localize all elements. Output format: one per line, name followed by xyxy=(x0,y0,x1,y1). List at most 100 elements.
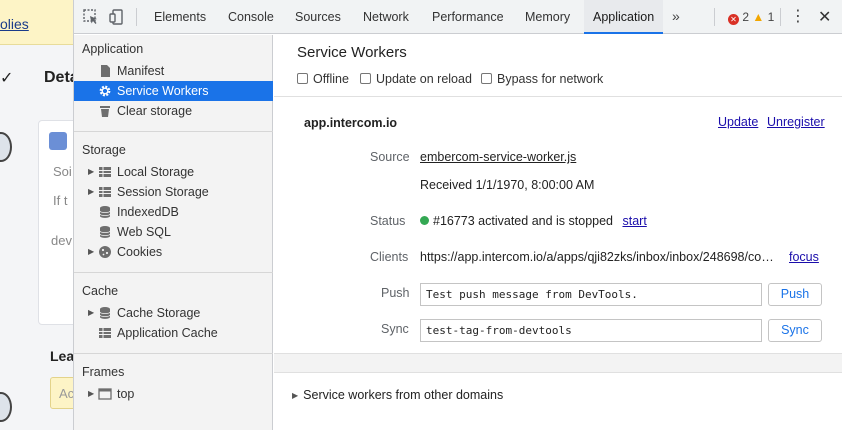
background-avatar-icon xyxy=(0,392,12,422)
status-indicator-icon xyxy=(420,216,429,225)
background-check-icon: ✓ xyxy=(0,70,14,87)
sidebar-item-clear-storage[interactable]: Clear storage xyxy=(74,101,273,121)
checkbox-box[interactable] xyxy=(297,73,308,84)
devtools-toolbar: Elements Console Sources Network Perform… xyxy=(74,0,842,34)
background-card-text: Soi xyxy=(53,164,72,179)
device-toolbar-icon[interactable] xyxy=(108,8,126,26)
bypass-for-network-checkbox[interactable]: Bypass for network xyxy=(481,72,603,86)
sidebar-item-frame-top[interactable]: ▶ top xyxy=(74,384,273,404)
push-label: Push xyxy=(381,286,410,300)
close-icon[interactable]: ✕ xyxy=(818,7,831,27)
update-link[interactable]: Update xyxy=(718,115,758,129)
tab-console[interactable]: Console xyxy=(228,0,274,34)
document-icon xyxy=(101,65,110,77)
table-icon xyxy=(99,167,111,177)
error-icon: ✕ xyxy=(728,14,739,25)
sync-tag-input[interactable]: test-tag-from-devtools xyxy=(420,319,762,342)
tab-memory[interactable]: Memory xyxy=(525,0,570,34)
sidebar-item-label: Application Cache xyxy=(117,326,218,340)
error-count: 2 xyxy=(742,10,750,24)
start-link[interactable]: start xyxy=(622,214,646,228)
status-value: #16773 activated and is stopped start xyxy=(420,214,647,228)
sidebar-item-service-workers[interactable]: Service Workers xyxy=(74,81,273,101)
more-tabs-icon[interactable]: » xyxy=(672,8,680,24)
sidebar-item-label: Service Workers xyxy=(117,84,209,98)
database-icon xyxy=(99,206,111,218)
source-link[interactable]: embercom-service-worker.js xyxy=(420,150,576,164)
sidebar-divider xyxy=(74,272,273,273)
sidebar-item-session-storage[interactable]: ▶ Session Storage xyxy=(74,182,273,202)
sidebar-item-cache-storage[interactable]: ▶ Cache Storage xyxy=(74,303,273,323)
background-lead-heading: Lea xyxy=(50,348,74,364)
expand-arrow-icon[interactable]: ▶ xyxy=(88,242,94,262)
sidebar-item-web-sql[interactable]: Web SQL xyxy=(74,222,273,242)
tab-elements[interactable]: Elements xyxy=(154,0,206,34)
tab-sources[interactable]: Sources xyxy=(295,0,341,34)
expand-arrow-icon[interactable]: ▶ xyxy=(88,182,94,202)
sync-button[interactable]: Sync xyxy=(768,319,822,342)
table-icon xyxy=(99,187,111,197)
expand-arrow-icon[interactable]: ▶ xyxy=(88,303,94,323)
other-domains-toggle[interactable]: ▶ Service workers from other domains xyxy=(292,388,503,402)
clients-label: Clients xyxy=(370,250,409,264)
background-card-text: dev xyxy=(51,233,72,248)
section-divider xyxy=(274,353,842,373)
database-icon xyxy=(99,307,111,319)
warning-count: 1 xyxy=(767,10,775,24)
focus-link[interactable]: focus xyxy=(789,250,819,264)
unregister-link[interactable]: Unregister xyxy=(767,115,825,129)
sync-label: Sync xyxy=(381,322,409,336)
sidebar-item-label: top xyxy=(117,387,135,401)
trash-icon xyxy=(100,106,110,117)
update-on-reload-checkbox[interactable]: Update on reload xyxy=(360,72,472,86)
issues-counter[interactable]: ✕ 2 ▲ 1 xyxy=(728,10,774,25)
service-workers-pane: Service Workers Offline Update on reload… xyxy=(274,35,842,430)
push-button[interactable]: Push xyxy=(768,283,822,306)
frame-icon xyxy=(98,388,112,400)
sidebar-item-label: Web SQL xyxy=(117,225,171,239)
tab-application[interactable]: Application xyxy=(584,0,664,34)
background-card-text: If t xyxy=(53,193,68,208)
expand-arrow-icon[interactable]: ▶ xyxy=(88,384,94,404)
sidebar-section-cache: Cache xyxy=(82,284,119,298)
sidebar-item-manifest[interactable]: Manifest xyxy=(74,61,273,81)
status-label: Status xyxy=(370,214,406,228)
page-title: Service Workers xyxy=(297,44,407,61)
service-workers-header: Service Workers Offline Update on reload… xyxy=(274,35,842,97)
sidebar-item-label: Local Storage xyxy=(117,165,195,179)
tab-network[interactable]: Network xyxy=(363,0,409,34)
devtools-panel: Elements Console Sources Network Perform… xyxy=(73,0,842,430)
sidebar-item-cookies[interactable]: ▶ Cookies xyxy=(74,242,273,262)
toolbar-divider xyxy=(780,8,781,26)
kebab-menu-icon[interactable]: ⋮ xyxy=(790,8,806,26)
table-icon xyxy=(99,328,111,338)
inspect-element-icon[interactable] xyxy=(82,8,100,26)
sidebar-item-label: Cookies xyxy=(117,245,163,259)
sidebar-section-application: Application xyxy=(82,42,144,56)
sidebar-item-local-storage[interactable]: ▶ Local Storage xyxy=(74,162,273,182)
gear-icon xyxy=(99,85,111,97)
sidebar-item-indexeddb[interactable]: IndexedDB xyxy=(74,202,273,222)
database-icon xyxy=(99,226,111,238)
warning-icon: ▲ xyxy=(752,10,765,24)
background-banner-link[interactable]: olies xyxy=(0,16,29,32)
background-page: olies ✓ Deta Soi If t dev Lea Ac xyxy=(0,0,74,430)
push-message-input[interactable]: Test push message from DevTools. xyxy=(420,283,762,306)
background-input[interactable]: Ac xyxy=(50,377,74,409)
background-details-heading: Deta xyxy=(44,69,74,86)
application-sidebar: Application Manifest Service Workers Cle… xyxy=(74,35,273,430)
sidebar-item-label: Session Storage xyxy=(117,185,209,199)
sidebar-item-application-cache[interactable]: Application Cache xyxy=(74,323,273,343)
toolbar-divider xyxy=(714,8,715,26)
expand-arrow-icon[interactable]: ▶ xyxy=(88,162,94,182)
offline-checkbox[interactable]: Offline xyxy=(297,72,349,86)
tab-performance[interactable]: Performance xyxy=(432,0,504,34)
checkbox-box[interactable] xyxy=(481,73,492,84)
sidebar-item-label: Clear storage xyxy=(117,104,193,118)
checkbox-box[interactable] xyxy=(360,73,371,84)
expand-arrow-icon[interactable]: ▶ xyxy=(292,391,298,400)
clients-value: https://app.intercom.io/a/apps/qji82zks/… xyxy=(420,250,780,264)
sidebar-item-label: IndexedDB xyxy=(117,205,179,219)
cookie-icon xyxy=(99,246,111,258)
sidebar-item-label: Manifest xyxy=(117,64,165,78)
